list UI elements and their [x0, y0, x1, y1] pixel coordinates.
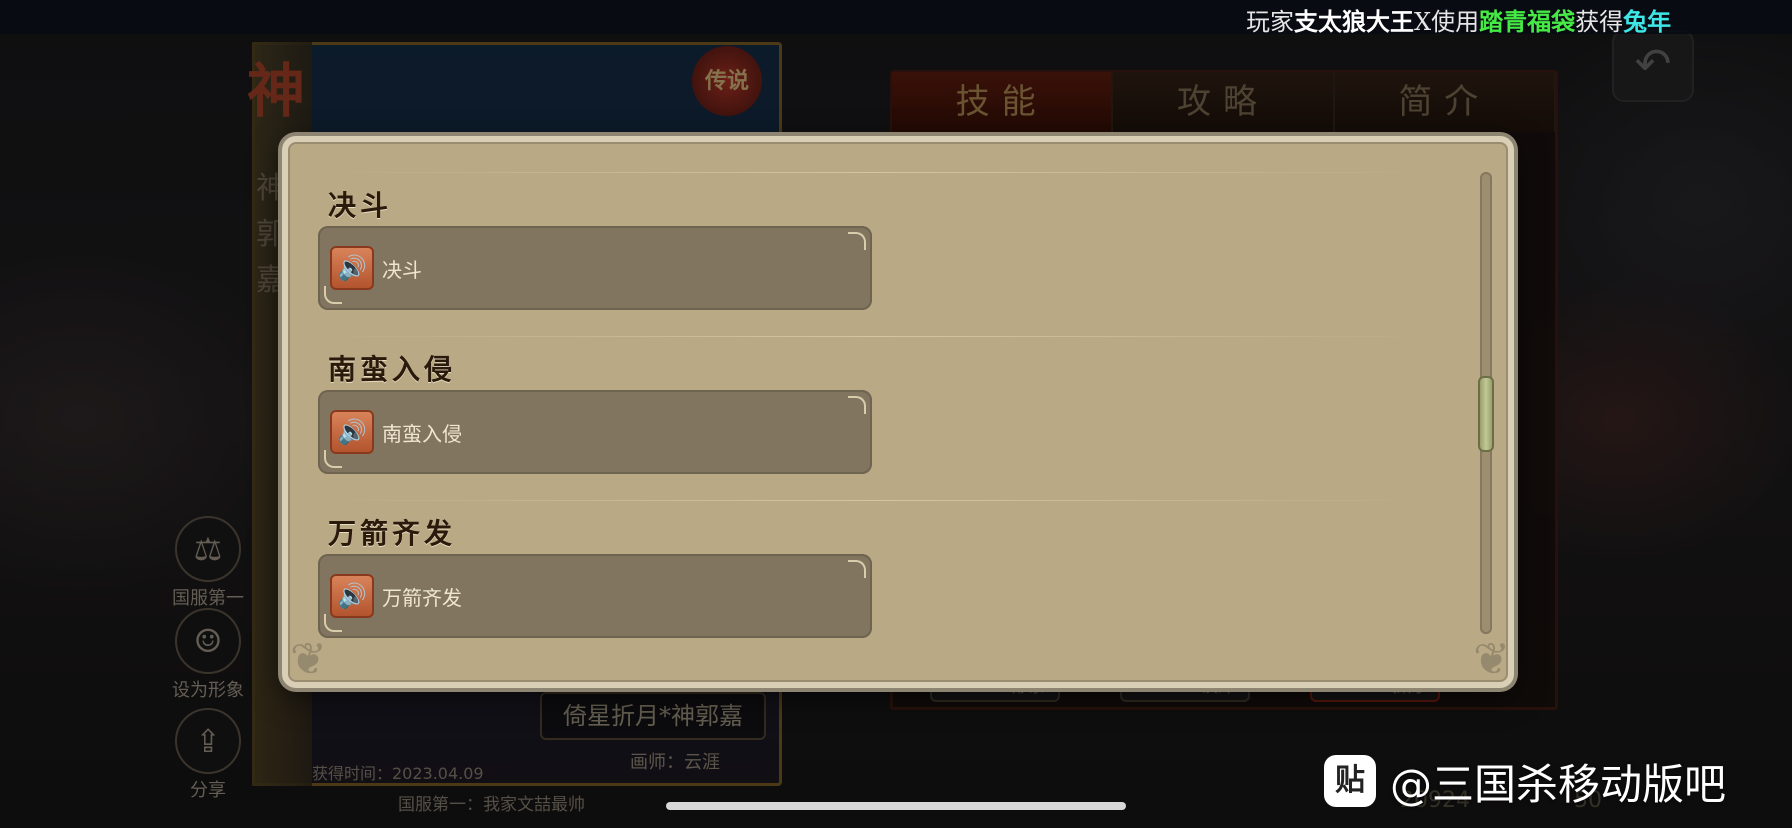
speaker-icon[interactable]: 🔊	[330, 574, 374, 618]
section-title-duel: 决斗	[328, 189, 393, 222]
announcement-marquee: 玩家支太狼大王X使用踏青福袋获得兔年	[0, 0, 1792, 37]
speaker-icon[interactable]: 🔊	[330, 246, 374, 290]
scrollbar-thumb[interactable]	[1478, 376, 1494, 452]
divider	[320, 172, 1430, 173]
marquee-prefix: 玩家	[1246, 8, 1294, 36]
watermark-text: @三国杀移动版吧	[1390, 759, 1727, 809]
divider	[320, 500, 1430, 501]
voice-label: 决斗	[382, 258, 422, 282]
section-title-nanman: 南蛮入侵	[328, 353, 457, 386]
tieba-logo-icon: 贴	[1324, 755, 1376, 807]
voice-label: 万箭齐发	[382, 586, 462, 610]
marquee-player: 支太狼大王	[1294, 7, 1414, 36]
voice-label: 南蛮入侵	[382, 422, 462, 446]
divider	[320, 336, 1430, 337]
marquee-gain: 获得	[1575, 8, 1624, 36]
section-title-wanjian: 万箭齐发	[328, 517, 457, 550]
marquee-text: 玩家支太狼大王X使用踏青福袋获得兔年	[1246, 2, 1671, 37]
marquee-item: 踏青福袋	[1479, 7, 1576, 36]
voice-row-duel[interactable]: 🔊 决斗	[318, 226, 872, 310]
speaker-icon[interactable]: 🔊	[330, 410, 374, 454]
marquee-mid: X使用	[1414, 8, 1480, 36]
corner-ornament: ❦	[1473, 634, 1510, 685]
marquee-reward: 兔年	[1623, 7, 1672, 36]
home-indicator[interactable]	[666, 802, 1126, 810]
voice-row-wanjian[interactable]: 🔊 万箭齐发	[318, 554, 872, 638]
watermark: 贴 @三国杀移动版吧	[1324, 752, 1726, 810]
corner-ornament: ❦	[290, 634, 327, 685]
voice-row-nanman[interactable]: 🔊 南蛮入侵	[318, 390, 872, 474]
